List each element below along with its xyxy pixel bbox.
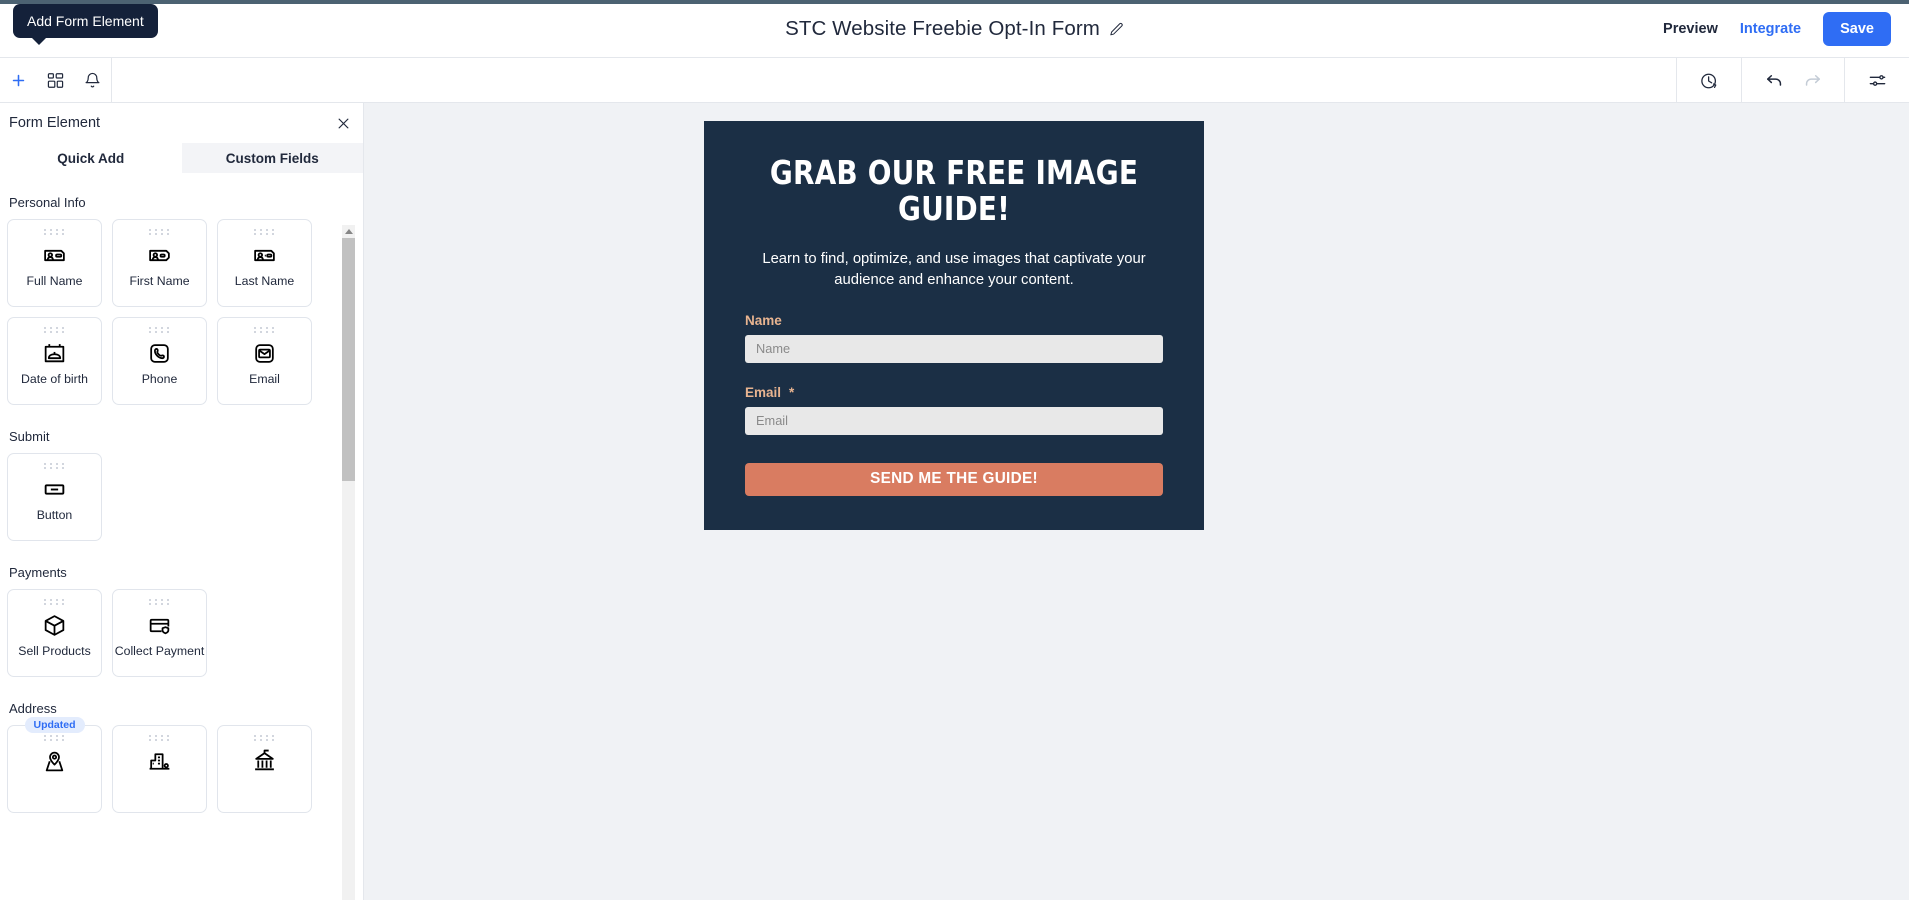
card-grid-payments: Sell Products Collect Payment <box>0 589 364 677</box>
card-grid-submit: Button <box>0 453 364 541</box>
name-field-label: Name <box>745 313 1163 328</box>
card-grid-address: Updated <box>0 717 364 813</box>
pencil-icon[interactable] <box>1109 22 1124 37</box>
panel-title: Form Element <box>9 115 101 131</box>
status-badge: Updated <box>24 717 85 733</box>
panel-header: Form Element <box>0 103 363 143</box>
drag-handle-dots[interactable] <box>148 229 171 235</box>
save-button[interactable]: Save <box>1823 12 1891 46</box>
card-grid-personal-info: Full Name First Name Last Name Date of b… <box>0 219 364 405</box>
birthday-cake-calendar-icon <box>42 338 67 368</box>
name-label-text: Name <box>745 312 782 328</box>
email-input[interactable] <box>745 406 1163 435</box>
id-card-person-line-icon <box>252 240 277 270</box>
name-input[interactable] <box>745 334 1163 363</box>
credit-card-shield-icon <box>147 610 172 640</box>
id-card-person-tag-icon <box>147 240 172 270</box>
button-icon <box>42 474 67 504</box>
element-card-last-name[interactable]: Last Name <box>217 219 312 307</box>
tab-custom-fields[interactable]: Custom Fields <box>181 143 363 173</box>
form-subheading: Learn to find, optimize, and use images … <box>762 250 1146 288</box>
bell-icon[interactable] <box>74 58 111 103</box>
section-title-address: Address <box>9 701 57 716</box>
settings-sliders-icon[interactable] <box>1858 58 1896 103</box>
toolbar-left-group <box>0 58 112 103</box>
form-element-panel: Form Element Quick Add Custom Fields Per… <box>0 103 364 900</box>
package-box-icon <box>42 610 67 640</box>
top-actions: Preview Integrate Save <box>1663 0 1891 58</box>
element-card-button[interactable]: Button <box>7 453 102 541</box>
element-card-city[interactable] <box>112 725 207 813</box>
panel-tabs: Quick Add Custom Fields <box>0 143 363 173</box>
drag-handle-dots[interactable] <box>253 735 276 741</box>
form-canvas: GRAB OUR FREE IMAGE GUIDE! Learn to find… <box>364 103 1909 900</box>
redo-icon[interactable] <box>1793 58 1831 103</box>
panel-scroll-content: Personal Info Full Name First Name Last … <box>0 173 364 813</box>
element-card-label: Date of birth <box>21 372 88 386</box>
panel-body: Personal Info Full Name First Name Last … <box>0 173 364 900</box>
drag-handle-dots[interactable] <box>43 229 66 235</box>
drag-handle-dots[interactable] <box>43 735 66 741</box>
element-card-address[interactable]: Updated <box>7 717 102 813</box>
drag-handle-dots[interactable] <box>43 599 66 605</box>
element-card-date-of-birth[interactable]: Date of birth <box>7 317 102 405</box>
map-pin-icon <box>42 746 67 776</box>
editor-toolbar <box>0 58 1909 103</box>
bank-building-icon <box>252 746 277 776</box>
drag-handle-dots[interactable] <box>148 327 171 333</box>
form-layout-icon[interactable] <box>37 58 74 103</box>
element-card-label: First Name <box>129 274 190 288</box>
plus-icon[interactable] <box>0 58 37 103</box>
element-card-label: Phone <box>141 372 178 386</box>
add-form-element-tooltip: Add Form Element <box>13 4 158 45</box>
drag-handle-dots[interactable] <box>148 735 171 741</box>
id-card-person-icon <box>42 240 67 270</box>
preview-button[interactable]: Preview <box>1663 21 1718 37</box>
envelope-icon <box>252 338 277 368</box>
history-clock-icon[interactable] <box>1690 58 1728 103</box>
email-field-label: Email * <box>745 385 1163 400</box>
element-card-email[interactable]: Email <box>217 317 312 405</box>
building-city-icon <box>147 746 172 776</box>
element-card-label: Full Name <box>26 274 83 288</box>
form-preview-card: GRAB OUR FREE IMAGE GUIDE! Learn to find… <box>704 121 1204 530</box>
element-card-label: Button <box>36 508 73 522</box>
element-card-state[interactable] <box>217 725 312 813</box>
scrollbar-thumb[interactable] <box>342 238 355 481</box>
tab-quick-add[interactable]: Quick Add <box>0 143 182 173</box>
scrollbar-up-arrow[interactable] <box>342 225 355 238</box>
section-title-submit: Submit <box>9 429 50 444</box>
panel-scrollbar[interactable] <box>342 225 355 900</box>
element-card-first-name[interactable]: First Name <box>112 219 207 307</box>
section-title-personal-info: Personal Info <box>9 195 86 210</box>
element-card-full-name[interactable]: Full Name <box>7 219 102 307</box>
submit-button[interactable]: SEND ME THE GUIDE! <box>745 462 1163 496</box>
drag-handle-dots[interactable] <box>43 327 66 333</box>
drag-handle-dots[interactable] <box>253 229 276 235</box>
toolbar-right-group <box>1676 58 1909 103</box>
undo-icon[interactable] <box>1755 58 1793 103</box>
element-card-label: Sell Products <box>18 644 91 658</box>
element-card-label: Email <box>249 372 280 386</box>
page-title: STC Website Freebie Opt-In Form <box>785 17 1100 40</box>
toolbar-divider <box>111 58 112 103</box>
phone-icon <box>147 338 172 368</box>
element-card-label: Collect Payment <box>114 644 205 658</box>
section-title-payments: Payments <box>9 565 67 580</box>
element-card-phone[interactable]: Phone <box>112 317 207 405</box>
drag-handle-dots[interactable] <box>253 327 276 333</box>
drag-handle-dots[interactable] <box>148 599 171 605</box>
form-heading: GRAB OUR FREE IMAGE GUIDE! <box>769 153 1139 229</box>
email-label-text: Email <box>745 384 782 400</box>
element-card-collect-payment[interactable]: Collect Payment <box>112 589 207 677</box>
integrate-button[interactable]: Integrate <box>1740 21 1801 37</box>
drag-handle-dots[interactable] <box>43 463 66 469</box>
element-card-sell-products[interactable]: Sell Products <box>7 589 102 677</box>
form-title-group: STC Website Freebie Opt-In Form <box>0 0 1909 58</box>
element-card-label: Last Name <box>234 274 295 288</box>
email-required-mark: * <box>789 384 795 400</box>
close-icon[interactable] <box>336 116 351 131</box>
top-navigation-bar: STC Website Freebie Opt-In Form Preview … <box>0 0 1909 58</box>
